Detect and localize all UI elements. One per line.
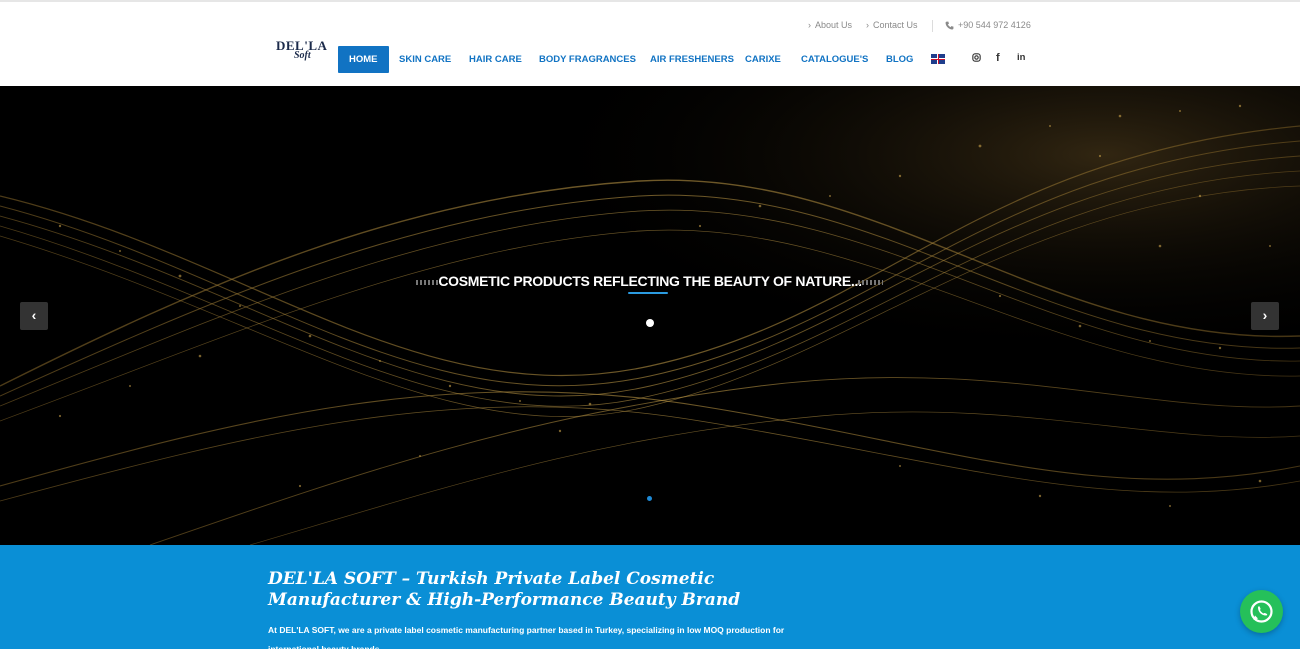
intro-text: At DEL'LA SOFT, we are a private label c… bbox=[268, 621, 788, 649]
hero-title: COSMETIC PRODUCTS REFLECTING THE BEAUTY … bbox=[438, 273, 862, 289]
chevron-right-icon: › bbox=[1262, 307, 1268, 323]
intro-heading: DEL'LA SOFT – Turkish Private Label Cosm… bbox=[268, 569, 741, 610]
whatsapp-icon bbox=[1250, 600, 1273, 623]
intro-text-prefix: At bbox=[268, 625, 280, 635]
slider-prev-button[interactable]: ‹ bbox=[20, 302, 48, 330]
instagram-icon[interactable] bbox=[972, 53, 981, 65]
slider-dot-active[interactable] bbox=[646, 319, 654, 327]
contact-us-link[interactable]: › Contact Us bbox=[866, 20, 918, 30]
chevron-right-icon: › bbox=[808, 20, 811, 30]
intro-section: DEL'LA SOFT – Turkish Private Label Cosm… bbox=[0, 545, 1300, 649]
main-nav: HOME SKIN CARE HAIR CARE BODY FRAGRANCES… bbox=[0, 46, 1300, 73]
divider bbox=[932, 20, 933, 32]
uk-flag-icon[interactable] bbox=[931, 54, 945, 64]
linkedin-icon[interactable]: in bbox=[1017, 52, 1025, 63]
site-header: DEL'LA Soft › About Us › Contact Us +90 … bbox=[0, 0, 1300, 86]
golden-wave-background bbox=[0, 86, 1300, 545]
about-us-link[interactable]: › About Us bbox=[808, 20, 852, 30]
phone-link[interactable]: +90 544 972 4126 bbox=[945, 20, 1031, 30]
whatsapp-button[interactable] bbox=[1240, 590, 1283, 633]
nav-item-carixe[interactable]: CARIXE bbox=[745, 46, 781, 73]
hero-slider: COSMETIC PRODUCTS REFLECTING THE BEAUTY … bbox=[0, 86, 1300, 545]
nav-item-skin-care[interactable]: SKIN CARE bbox=[399, 46, 451, 73]
top-bar: › About Us › Contact Us +90 544 972 4126 bbox=[0, 20, 1300, 34]
intro-text-rest: , we are a private label cosmetic manufa… bbox=[268, 625, 785, 649]
phone-number: +90 544 972 4126 bbox=[958, 20, 1031, 30]
slider-next-button[interactable]: › bbox=[1251, 302, 1279, 330]
nav-item-home[interactable]: HOME bbox=[338, 46, 389, 73]
about-us-label: About Us bbox=[815, 20, 853, 30]
chevron-right-icon: › bbox=[866, 20, 869, 30]
nav-item-air-fresheners[interactable]: AIR FRESHENERS bbox=[650, 46, 734, 73]
title-underline bbox=[628, 292, 668, 294]
nav-item-body-fragrances[interactable]: BODY FRAGRANCES bbox=[539, 46, 636, 73]
phone-icon bbox=[945, 21, 954, 29]
nav-item-blog[interactable]: BLOG bbox=[886, 46, 913, 73]
nav-item-hair-care[interactable]: HAIR CARE bbox=[469, 46, 522, 73]
chevron-left-icon: ‹ bbox=[31, 307, 37, 323]
intro-text-brand: DEL'LA SOFT bbox=[279, 625, 334, 635]
facebook-icon[interactable]: f bbox=[996, 52, 1000, 64]
title-decoration-right bbox=[858, 280, 883, 285]
contact-us-label: Contact Us bbox=[873, 20, 918, 30]
nav-item-catalogues[interactable]: CATALOGUE'S bbox=[801, 46, 868, 73]
slider-dot[interactable] bbox=[647, 496, 652, 501]
